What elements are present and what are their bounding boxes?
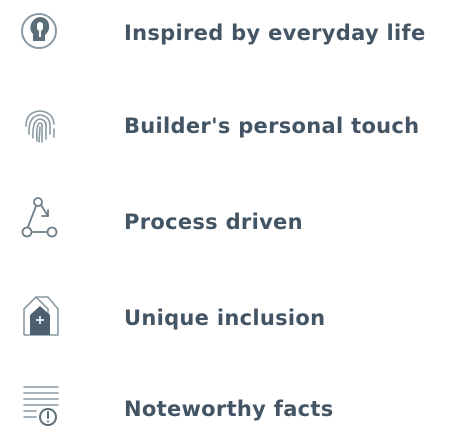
feature-label: Process driven [124, 210, 303, 234]
feature-label: Inspired by everyday life [124, 21, 426, 45]
feature-item-noteworthy: Noteworthy facts [0, 378, 461, 438]
lightbulb-head-icon [20, 10, 60, 54]
feature-list: Inspired by everyday life Builder's pers… [0, 0, 461, 432]
process-flow-icon [20, 196, 60, 240]
feature-label: Unique inclusion [124, 306, 326, 330]
feature-item-inclusion: Unique inclusion [0, 286, 461, 346]
feature-item-inspired: Inspired by everyday life [0, 4, 461, 64]
feature-label: Builder's personal touch [124, 114, 420, 138]
fingerprint-icon [20, 104, 60, 148]
document-alert-icon [20, 383, 60, 427]
feature-item-process: Process driven [0, 191, 461, 251]
feature-label: Noteworthy facts [124, 397, 334, 421]
feature-item-personal-touch: Builder's personal touch [0, 98, 461, 158]
house-plus-icon [20, 293, 60, 337]
